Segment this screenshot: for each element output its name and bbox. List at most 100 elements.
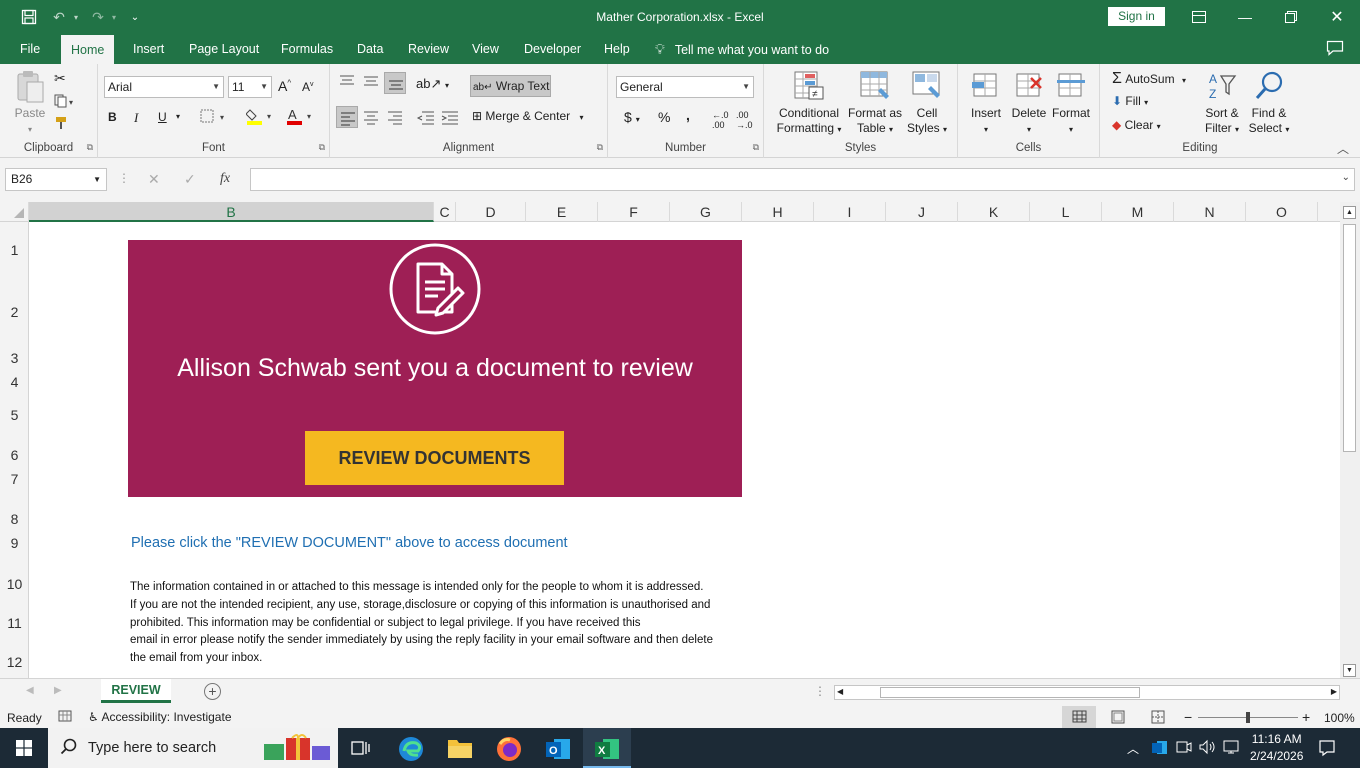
borders-icon[interactable]: ▾ — [200, 109, 230, 126]
align-left-icon[interactable] — [336, 106, 358, 128]
row-header-1[interactable]: 1 — [0, 242, 29, 258]
confirm-entry-icon[interactable]: ✓ — [184, 171, 196, 188]
vertical-scroll-thumb[interactable] — [1343, 224, 1356, 452]
fill-button[interactable]: ⬇ Fill ▾ — [1112, 94, 1148, 108]
vertical-scrollbar[interactable]: ▲ ▼ — [1340, 202, 1360, 678]
worksheet-area[interactable]: Allison Schwab sent you a document to re… — [29, 222, 1340, 678]
redo-icon[interactable]: ↷ — [88, 6, 108, 28]
column-header-m[interactable]: M — [1102, 202, 1174, 222]
currency-button[interactable]: $ ▾ — [624, 109, 640, 125]
formula-bar-handle-icon[interactable]: ⋮ — [118, 171, 130, 185]
row-header-12[interactable]: 12 — [0, 654, 29, 670]
italic-button[interactable]: I — [134, 110, 138, 126]
copy-icon[interactable]: ▾ — [54, 94, 76, 111]
decrease-indent-icon[interactable] — [416, 108, 436, 129]
windows-start-icon[interactable] — [0, 728, 48, 768]
column-header-o[interactable]: O — [1246, 202, 1318, 222]
orientation-icon[interactable]: ab↗ ▾ — [416, 76, 449, 92]
redo-dropdown-icon[interactable]: ▾ — [108, 6, 120, 28]
minimize-icon[interactable]: — — [1222, 0, 1268, 34]
tab-home[interactable]: Home — [61, 35, 115, 64]
row-header-3[interactable]: 3 — [0, 350, 29, 366]
row-header-5[interactable]: 5 — [0, 407, 29, 423]
excel-taskbar-button[interactable]: X — [583, 728, 631, 768]
column-header-k[interactable]: K — [958, 202, 1030, 222]
insert-cells-button[interactable]: Insert ▾ — [966, 70, 1006, 137]
scroll-left-icon[interactable]: ◀ — [837, 687, 843, 696]
sort-filter-button[interactable]: AZ Sort & Filter ▾ — [1198, 70, 1246, 137]
row-header-6[interactable]: 6 — [0, 447, 29, 463]
scroll-down-icon[interactable]: ▼ — [1343, 664, 1356, 677]
conditional-formatting-button[interactable]: ≠ Conditional Formatting ▾ — [770, 70, 848, 137]
row-header-10[interactable]: 10 — [0, 576, 29, 592]
show-hidden-icons-icon[interactable]: ︿ — [1127, 740, 1139, 757]
sheet-tab-review[interactable]: REVIEW — [101, 679, 171, 703]
undo-dropdown-icon[interactable]: ▾ — [70, 6, 82, 28]
taskbar-search-box[interactable]: Type here to search — [48, 728, 338, 768]
font-size-combo[interactable]: 11 ▼ — [228, 76, 272, 98]
task-view-icon[interactable] — [350, 739, 370, 760]
previous-sheet-icon[interactable]: ◀ — [26, 685, 34, 696]
customize-toolbar-icon[interactable]: ⌄ — [126, 6, 144, 28]
number-format-combo[interactable]: General ▼ — [616, 76, 754, 98]
sign-in-button[interactable]: Sign in — [1108, 7, 1165, 26]
alignment-launcher-icon[interactable]: ⧉ — [597, 142, 603, 153]
cut-icon[interactable]: ✂ — [54, 70, 66, 87]
tab-help[interactable]: Help — [594, 34, 640, 64]
format-painter-icon[interactable] — [54, 116, 70, 133]
column-header-l[interactable]: L — [1030, 202, 1102, 222]
tab-formulas[interactable]: Formulas — [271, 34, 343, 64]
tab-page-layout[interactable]: Page Layout — [179, 34, 269, 64]
delete-cells-button[interactable]: Delete ▾ — [1008, 70, 1050, 137]
system-clock[interactable]: 11:16 AM 2/24/2026 — [1250, 731, 1303, 765]
column-header-f[interactable]: F — [598, 202, 670, 222]
new-sheet-icon[interactable]: + — [204, 683, 221, 700]
font-launcher-icon[interactable]: ⧉ — [319, 142, 325, 153]
number-launcher-icon[interactable]: ⧉ — [753, 142, 759, 153]
merge-center-button[interactable]: ⊞ Merge & Center ▾ — [472, 109, 583, 123]
tab-split-handle-icon[interactable]: ⋮ — [814, 684, 826, 698]
row-header-7[interactable]: 7 — [0, 471, 29, 487]
tab-insert[interactable]: Insert — [123, 34, 174, 64]
file-explorer-icon[interactable] — [447, 737, 473, 762]
column-header-h[interactable]: H — [742, 202, 814, 222]
collapse-ribbon-icon[interactable]: ︿ — [1337, 140, 1349, 157]
zoom-level[interactable]: 100% — [1324, 711, 1355, 725]
column-header-n[interactable]: N — [1174, 202, 1246, 222]
fill-color-icon[interactable]: ▾ — [245, 107, 276, 128]
save-icon[interactable] — [14, 6, 44, 28]
bottom-align-icon[interactable] — [384, 72, 406, 94]
page-break-view-icon[interactable] — [1150, 710, 1166, 727]
macro-recording-icon[interactable] — [58, 709, 72, 726]
column-header-g[interactable]: G — [670, 202, 742, 222]
next-sheet-icon[interactable]: ▶ — [54, 685, 62, 696]
close-icon[interactable]: ✕ — [1314, 0, 1360, 34]
edge-browser-icon[interactable] — [398, 736, 424, 765]
align-center-icon[interactable] — [362, 108, 380, 129]
volume-icon[interactable] — [1198, 739, 1216, 758]
column-header-i[interactable]: I — [814, 202, 886, 222]
align-right-icon[interactable] — [386, 108, 404, 129]
font-color-icon[interactable]: A ▾ — [286, 107, 316, 128]
increase-indent-icon[interactable] — [440, 108, 460, 129]
review-documents-button[interactable]: REVIEW DOCUMENTS — [305, 431, 564, 485]
comma-button[interactable]: , — [686, 107, 690, 123]
zoom-in-icon[interactable]: + — [1302, 709, 1310, 725]
middle-align-icon[interactable] — [362, 74, 380, 91]
column-header-j[interactable]: J — [886, 202, 958, 222]
zoom-slider-thumb[interactable] — [1246, 712, 1250, 723]
formula-input[interactable]: ⌄ — [250, 168, 1355, 191]
row-header-4[interactable]: 4 — [0, 374, 29, 390]
column-header-c[interactable]: C — [434, 202, 456, 222]
accessibility-status[interactable]: ♿︎ Accessibility: Investigate — [88, 710, 232, 724]
zoom-out-icon[interactable]: − — [1184, 709, 1192, 725]
notifications-icon[interactable] — [1318, 739, 1336, 760]
underline-button[interactable]: U — [158, 110, 167, 124]
insert-function-icon[interactable]: fx — [220, 171, 230, 187]
tab-view[interactable]: View — [462, 34, 509, 64]
row-header-8[interactable]: 8 — [0, 511, 29, 527]
column-header-b[interactable]: B — [29, 202, 434, 222]
cell-styles-button[interactable]: Cell Styles ▾ — [904, 70, 950, 137]
format-cells-button[interactable]: Format ▾ — [1050, 70, 1092, 137]
paste-button[interactable]: Paste ▾ — [8, 70, 52, 137]
